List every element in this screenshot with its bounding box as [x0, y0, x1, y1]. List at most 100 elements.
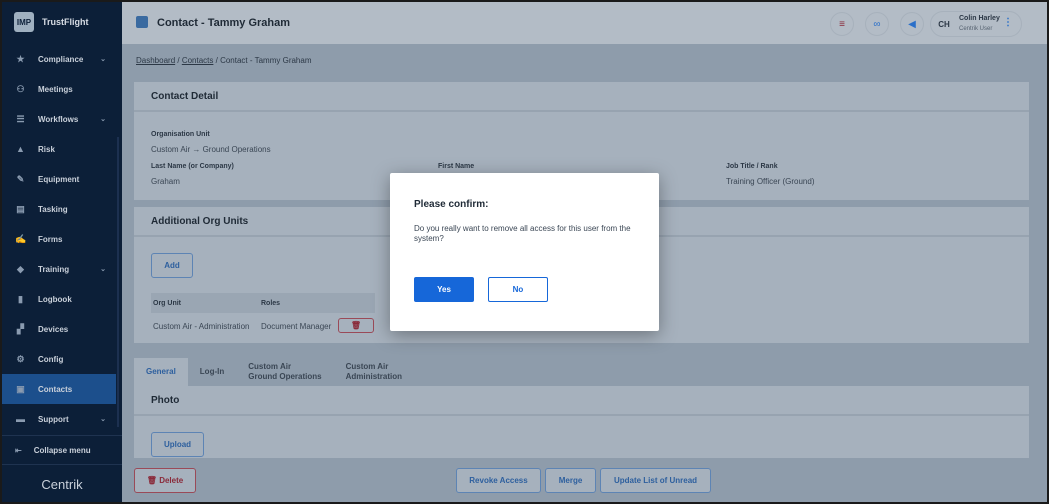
- sidebar-item-workflows[interactable]: ☰ Workflows ⌄: [2, 104, 116, 134]
- chevron-down-icon: ⌄: [100, 56, 106, 63]
- user-menu[interactable]: CH Colin Harley Centrik User ⋮: [930, 11, 1022, 37]
- job-title-label: Job Title / Rank: [726, 163, 778, 170]
- sidebar-item-label: Workflows: [38, 114, 79, 124]
- tasking-icon: ▤: [16, 203, 25, 214]
- row-roles: Document Manager: [261, 322, 332, 331]
- row-org-unit: Custom Air - Administration: [153, 322, 250, 331]
- contact-icon: [136, 16, 148, 28]
- sidebar-item-tasking[interactable]: ▤ Tasking: [2, 194, 116, 224]
- user-name: Colin Harley: [959, 15, 1000, 22]
- sidebar-item-config[interactable]: ⚙ Config: [2, 344, 116, 374]
- photo-card: Photo Upload: [134, 386, 1029, 458]
- sidebar-item-label: Training: [38, 264, 70, 274]
- megaphone-icon[interactable]: ◀: [900, 12, 924, 36]
- dialog-title: Please confirm:: [414, 199, 489, 210]
- contacts-icon: ▣: [16, 383, 25, 394]
- sidebar-item-logbook[interactable]: ▮ Logbook: [2, 284, 116, 314]
- top-header: Contact - Tammy Graham ≡ ∞ ◀ CH Colin Ha…: [122, 2, 1047, 44]
- breadcrumb-current: Contact - Tammy Graham: [220, 56, 312, 65]
- database-icon[interactable]: ≡: [830, 12, 854, 36]
- equipment-icon: ✎: [16, 173, 25, 184]
- chevron-down-icon: ⌄: [100, 266, 106, 273]
- sidebar-item-forms[interactable]: ✍ Forms: [2, 224, 116, 254]
- revoke-access-button[interactable]: Revoke Access: [456, 468, 541, 493]
- update-list-button[interactable]: Update List of Unread: [600, 468, 711, 493]
- forms-icon: ✍: [15, 233, 27, 244]
- logbook-icon: ▮: [18, 293, 23, 304]
- config-icon: ⚙: [16, 353, 25, 364]
- sidebar-item-label: Devices: [38, 324, 69, 334]
- sidebar: IMP TrustFlight ★ Compliance ⌄ ⚇ Meetings ☰ Wor…: [2, 2, 122, 502]
- sidebar-item-devices[interactable]: ▞ Devices: [2, 314, 116, 344]
- tab-0[interactable]: General: [134, 358, 188, 386]
- sidebar-item-equipment[interactable]: ✎ Equipment: [2, 164, 116, 194]
- yes-button[interactable]: Yes: [414, 277, 474, 302]
- collapse-menu-button[interactable]: ⇤ Collapse menu: [2, 435, 122, 465]
- sidebar-item-label: Config: [38, 354, 64, 364]
- confirm-dialog: Please confirm: Do you really want to re…: [390, 173, 659, 331]
- tab-2[interactable]: Custom Air Ground Operations: [236, 358, 333, 386]
- avatar: CH: [938, 19, 950, 29]
- sidebar-item-compliance[interactable]: ★ Compliance ⌄: [2, 44, 116, 74]
- collapse-label: Collapse menu: [33, 445, 91, 455]
- first-name-label: First Name: [438, 163, 475, 170]
- sidebar-item-label: Risk: [38, 144, 55, 154]
- sidebar-item-label: Logbook: [38, 294, 72, 304]
- remove-org-unit-button[interactable]: 🗑: [338, 318, 374, 333]
- breadcrumb-contacts[interactable]: Contacts: [182, 56, 214, 65]
- merge-button[interactable]: Merge: [545, 468, 596, 493]
- delete-button[interactable]: 🗑 Delete: [134, 468, 196, 493]
- sidebar-scrollbar[interactable]: [117, 137, 119, 427]
- sidebar-item-label: Support: [38, 414, 69, 424]
- last-name-value: Graham: [151, 177, 180, 186]
- add-org-unit-button[interactable]: Add: [151, 253, 193, 278]
- dialog-message: Do you really want to remove all access …: [414, 224, 631, 243]
- centrik-logo: Centrik: [41, 477, 83, 492]
- brand-name: TrustFlight: [42, 17, 89, 27]
- sidebar-item-label: Forms: [38, 234, 63, 244]
- breadcrumb: Dashboard / Contacts / Contact - Tammy G…: [136, 56, 312, 65]
- col-roles: Roles: [261, 300, 281, 307]
- link-icon[interactable]: ∞: [865, 12, 889, 36]
- tab-bar: General Log-In Custom Air Ground Operation…: [134, 358, 414, 386]
- tab-3[interactable]: Custom Air Administration: [334, 358, 414, 386]
- support-icon: ▬: [16, 414, 25, 424]
- chevron-down-icon: ⌄: [100, 416, 106, 423]
- delete-label: Delete: [159, 476, 184, 485]
- sidebar-item-contacts[interactable]: ▣ Contacts: [2, 374, 116, 404]
- logo-icon: IMP: [14, 12, 34, 32]
- sidebar-item-support[interactable]: ▬ Support ⌄: [2, 404, 116, 434]
- sidebar-item-label: Compliance: [38, 54, 84, 64]
- training-icon: ◆: [17, 263, 24, 274]
- sidebar-item-label: Tasking: [38, 204, 68, 214]
- photo-title: Photo: [134, 386, 1029, 416]
- devices-icon: ▞: [17, 323, 24, 334]
- sidebar-item-label: Equipment: [38, 174, 80, 184]
- col-org-unit: Org Unit: [153, 300, 181, 307]
- table-header: Org Unit Roles: [151, 293, 375, 313]
- sidebar-item-training[interactable]: ◆ Training ⌄: [2, 254, 116, 284]
- trash-icon: 🗑: [350, 321, 362, 330]
- workflows-icon: ☰: [16, 113, 25, 124]
- job-title-value: Training Officer (Ground): [726, 177, 815, 186]
- org-unit-value: Custom Air → Ground Operations: [151, 145, 271, 154]
- no-button[interactable]: No: [488, 277, 548, 302]
- contact-detail-title: Contact Detail: [134, 82, 1029, 112]
- sidebar-item-label: Meetings: [38, 84, 73, 94]
- user-role: Centrik User: [959, 26, 993, 32]
- tab-1[interactable]: Log-In: [188, 358, 236, 386]
- chevron-down-icon: ⌄: [100, 116, 106, 123]
- breadcrumb-dashboard[interactable]: Dashboard: [136, 56, 175, 65]
- sidebar-item-meetings[interactable]: ⚇ Meetings: [2, 74, 116, 104]
- more-vertical-icon[interactable]: ⋮: [1003, 17, 1013, 28]
- logo[interactable]: IMP TrustFlight: [2, 2, 122, 42]
- upload-button[interactable]: Upload: [151, 432, 204, 457]
- last-name-label: Last Name (or Company): [151, 163, 234, 170]
- meetings-icon: ⚇: [16, 83, 25, 94]
- sidebar-nav: ★ Compliance ⌄ ⚇ Meetings ☰ Workflows ⌄ ▲ Risk ✎ Eq…: [2, 44, 116, 434]
- app-window: IMP TrustFlight ★ Compliance ⌄ ⚇ Meetings ☰ Wor…: [2, 2, 1047, 502]
- collapse-icon: ⇤: [15, 445, 22, 455]
- trash-icon: 🗑: [146, 476, 160, 485]
- page-title: Contact - Tammy Graham: [157, 17, 291, 29]
- sidebar-item-risk[interactable]: ▲ Risk: [2, 134, 116, 164]
